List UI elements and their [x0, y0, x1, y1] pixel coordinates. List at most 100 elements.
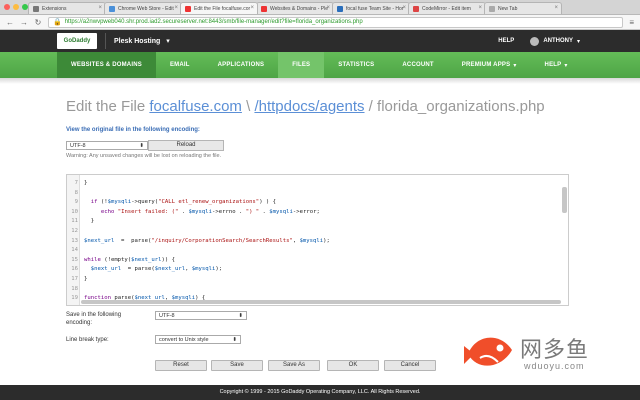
- code-line[interactable]: 13 $next_url = parse("/inquiry/Corporatio…: [67, 238, 557, 248]
- nav-files[interactable]: FILES: [278, 52, 325, 78]
- close-tab-icon[interactable]: ×: [478, 5, 482, 11]
- nav-email[interactable]: EMAIL: [156, 52, 204, 78]
- tab-label: Chrome Web Store - Edit: [118, 6, 174, 12]
- code-line[interactable]: 14: [67, 247, 557, 257]
- browser-tab[interactable]: Websites & Domains - Ple ×: [256, 2, 334, 14]
- line-number: 9: [74, 199, 78, 206]
- horizontal-scrollbar[interactable]: [81, 300, 561, 304]
- close-tab-icon[interactable]: ×: [250, 5, 254, 11]
- back-icon[interactable]: ←: [6, 18, 14, 27]
- godaddy-logo[interactable]: GoDaddy: [57, 33, 97, 49]
- tab-favicon-icon: [337, 6, 343, 12]
- code-line[interactable]: 11 }: [67, 218, 557, 228]
- browser-tab[interactable]: focal fuse Team Site - Hor ×: [332, 2, 410, 14]
- select-arrows-icon: ⬍: [139, 142, 144, 149]
- user-menu[interactable]: ANTHONY ▾: [530, 36, 580, 46]
- nav-applications[interactable]: APPLICATIONS: [204, 52, 279, 78]
- close-tab-icon[interactable]: ×: [98, 5, 102, 11]
- nav-websites-domains[interactable]: WEBSITES & DOMAINS: [57, 52, 156, 78]
- close-tab-icon[interactable]: ×: [402, 5, 406, 11]
- close-tab-icon[interactable]: ×: [326, 5, 330, 11]
- reload-button[interactable]: Reload: [148, 140, 224, 151]
- close-window-icon[interactable]: [4, 4, 10, 10]
- line-number: 16: [71, 266, 78, 273]
- close-tab-icon[interactable]: ×: [174, 5, 178, 11]
- code-line[interactable]: 8: [67, 190, 557, 200]
- user-avatar-icon: [530, 36, 540, 46]
- select-value: UTF-8: [159, 312, 175, 319]
- line-number: 19: [71, 295, 78, 302]
- code-text: }: [84, 218, 95, 225]
- browser-tab[interactable]: CodeMirror - Edit item ×: [408, 2, 486, 14]
- code-line[interactable]: 16 $next_url = parse($next_url, $mysqli)…: [67, 266, 557, 276]
- close-tab-icon[interactable]: ×: [554, 5, 558, 11]
- code-line[interactable]: 17}: [67, 276, 557, 286]
- tab-label: CodeMirror - Edit item: [422, 6, 471, 12]
- line-number: 11: [71, 218, 78, 225]
- lock-icon: 🔒: [53, 19, 62, 26]
- code-editor[interactable]: ' ' 7} 8 9 if (!$mysqli->query("CALL etl_r…: [66, 174, 569, 306]
- top-header: GoDaddy Plesk Hosting ▾ HELP ANTHONY ▾: [0, 30, 640, 52]
- cancel-button[interactable]: Cancel: [384, 360, 436, 371]
- save-encoding-select[interactable]: UTF-8 ⬍: [155, 311, 247, 320]
- title-folder-link[interactable]: /httpdocs/agents: [254, 98, 364, 115]
- nav-label: FILES: [292, 62, 311, 68]
- code-text: $next_url = parse($next_url, $mysqli);: [90, 266, 223, 273]
- nav-label: HELP: [544, 62, 562, 68]
- header-help-link[interactable]: HELP: [498, 38, 514, 44]
- page-footer: Copyright © 1999 - 2015 GoDaddy Operatin…: [0, 385, 640, 400]
- code-line[interactable]: 9 if (!$mysqli->query("CALL etl_renew_or…: [67, 199, 557, 209]
- tab-label: focal fuse Team Site - Hor: [346, 6, 404, 12]
- reload-page-icon[interactable]: ↻: [34, 18, 42, 27]
- code-text: while (!empty($next_url)) {: [84, 256, 175, 263]
- user-name: ANTHONY: [543, 38, 573, 44]
- save-button[interactable]: Save: [211, 360, 263, 371]
- reset-button[interactable]: Reset: [155, 360, 207, 371]
- nav-label: EMAIL: [169, 62, 190, 68]
- chevron-down-icon: ▾: [513, 62, 517, 69]
- title-domain-link[interactable]: focalfuse.com: [149, 98, 242, 115]
- code-line[interactable]: 10 echo "Insert failed: (" . $mysqli->er…: [67, 209, 557, 219]
- line-break-label: Line break type:: [66, 337, 109, 343]
- forward-icon[interactable]: →: [20, 18, 28, 27]
- window-controls: [4, 4, 28, 10]
- browser-tab-active[interactable]: Edit the File focalfuse.cor ×: [180, 2, 258, 14]
- original-encoding-select[interactable]: UTF-8 ⬍: [66, 141, 148, 150]
- code-text: $next_url = parse("/inquiry/CorporationS…: [84, 237, 330, 244]
- code-line[interactable]: 12: [67, 228, 557, 238]
- watermark-en: wduoyu.com: [524, 361, 585, 371]
- nav-label: WEBSITES & DOMAINS: [71, 62, 142, 68]
- url-input[interactable]: 🔒 https://a2nwvpweb040.shr.prod.iad2.sec…: [48, 16, 624, 28]
- code-line[interactable]: 18: [67, 286, 557, 296]
- line-break-select[interactable]: convert to Unix style ⬍: [155, 335, 241, 344]
- line-number: 13: [71, 237, 78, 244]
- tab-label: Websites & Domains - Ple: [270, 6, 328, 12]
- browser-tab[interactable]: Extensions ×: [28, 2, 106, 14]
- tab-label: New Tab: [498, 6, 518, 12]
- select-arrows-icon: ⬍: [238, 312, 243, 319]
- code-line[interactable]: 7}: [67, 180, 557, 190]
- nav-help[interactable]: HELP ▾: [531, 52, 582, 78]
- vertical-scrollbar[interactable]: [562, 187, 567, 213]
- code-line[interactable]: 20: [67, 305, 557, 306]
- watermark-cn: 网多鱼: [520, 338, 590, 363]
- product-switcher[interactable]: Plesk Hosting ▾: [105, 33, 170, 49]
- save-as-button[interactable]: Save As: [268, 360, 320, 371]
- minimize-window-icon[interactable]: [13, 4, 19, 10]
- select-value: UTF-8: [70, 142, 86, 149]
- nav-account[interactable]: ACCOUNT: [388, 52, 447, 78]
- nav-statistics[interactable]: STATISTICS: [324, 52, 388, 78]
- browser-tab[interactable]: New Tab ×: [484, 2, 562, 14]
- tab-label: Extensions: [42, 6, 67, 12]
- save-encoding-label: Save in the following encoding:: [66, 312, 122, 326]
- line-number: 7: [74, 180, 78, 186]
- encoding-heading: View the original file in the following …: [66, 127, 200, 133]
- ok-button[interactable]: OK: [327, 360, 379, 371]
- select-value: convert to Unix style: [159, 336, 209, 343]
- url-text: https://a2nwvpweb040.shr.prod.iad2.secur…: [64, 19, 363, 25]
- code-line[interactable]: 15 while (!empty($next_url)) {: [67, 257, 557, 267]
- browser-tab[interactable]: Chrome Web Store - Edit ×: [104, 2, 182, 14]
- nav-label: STATISTICS: [338, 62, 375, 68]
- nav-premium-apps[interactable]: PREMIUM APPS ▾: [448, 52, 531, 78]
- browser-menu-icon[interactable]: ≡: [629, 18, 634, 27]
